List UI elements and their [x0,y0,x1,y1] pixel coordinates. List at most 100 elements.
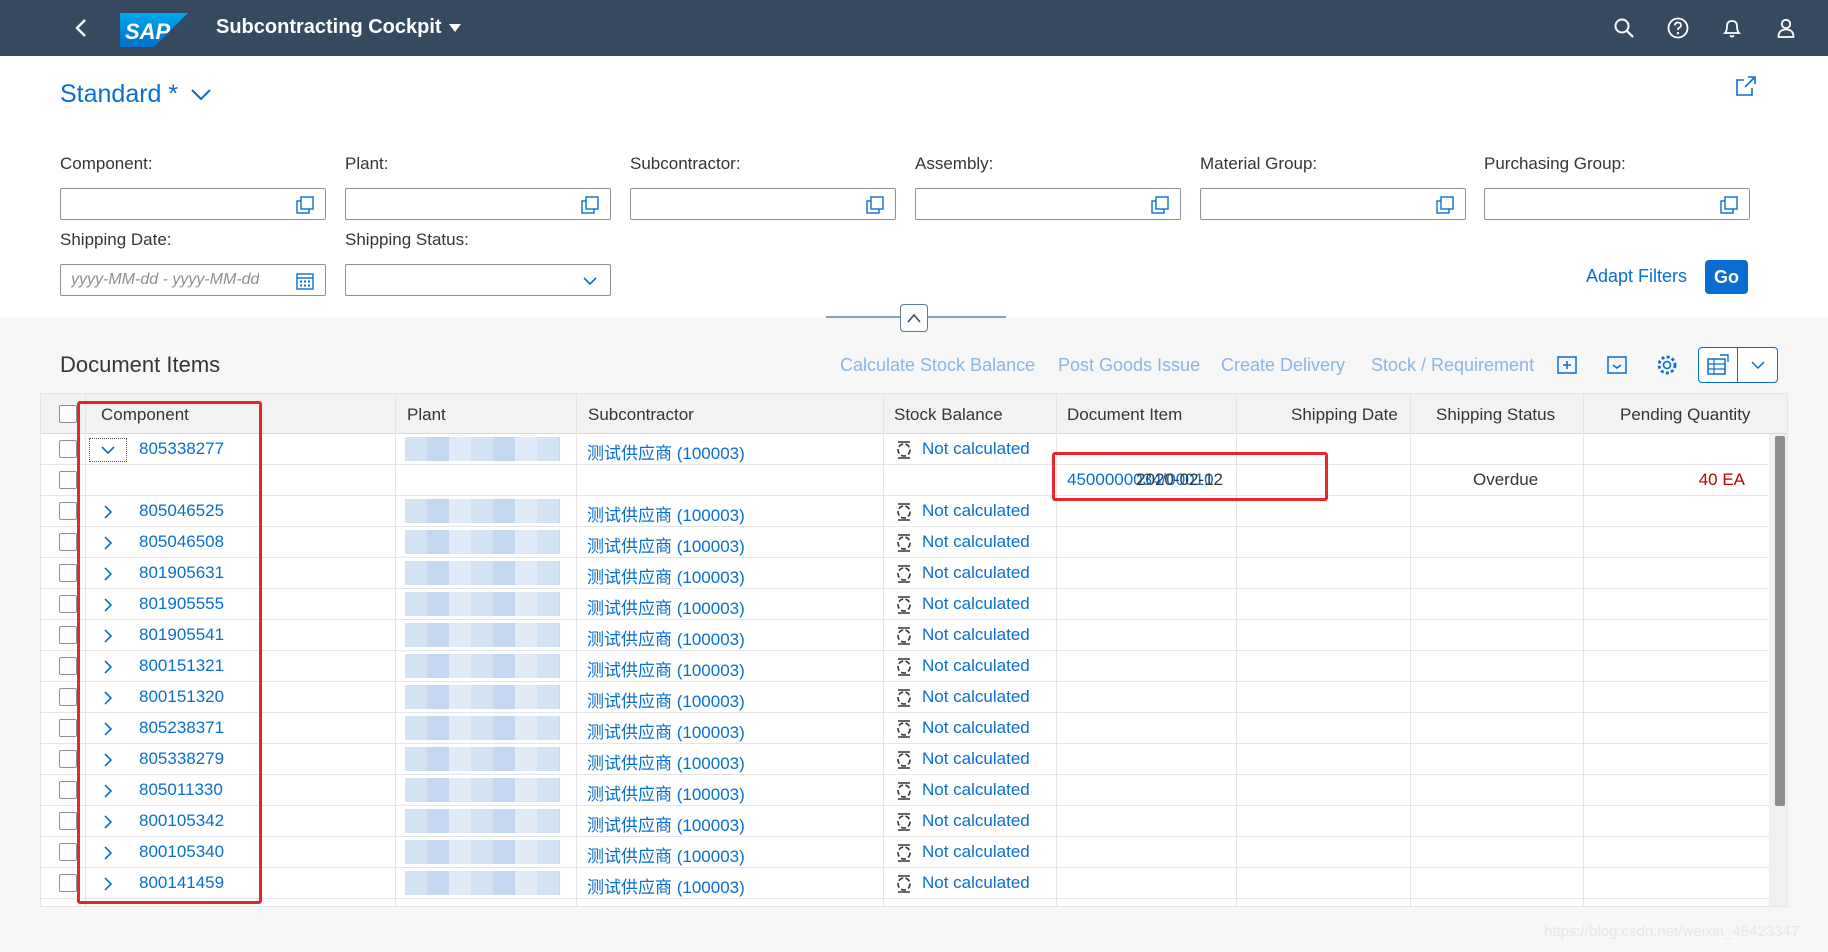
subcontractor-input[interactable] [630,188,896,220]
material-group-input[interactable] [1200,188,1466,220]
shipping-date-input[interactable]: yyyy-MM-dd - yyyy-MM-dd [60,264,326,296]
table-row[interactable]: 801905555 测试供应商 (100003) Not calculated [41,589,1769,620]
select-all-checkbox[interactable] [59,405,77,423]
subcontractor-link[interactable]: 测试供应商 (100003) [587,439,745,464]
column-header-subcontractor[interactable]: Subcontractor [588,405,694,425]
go-button[interactable]: Go [1705,260,1748,294]
row-checkbox[interactable] [59,781,77,799]
subcontractor-link[interactable]: 测试供应商 (100003) [587,749,745,774]
shipping-status-select[interactable] [345,264,611,296]
share-icon[interactable] [1734,74,1758,98]
stock-balance-status[interactable]: Not calculated [894,656,1030,677]
row-checkbox[interactable] [59,812,77,830]
stock-balance-status[interactable]: Not calculated [894,842,1030,863]
export-menu-button[interactable] [1738,348,1777,382]
calculate-stock-balance-button[interactable]: Calculate Stock Balance [840,355,1035,376]
subcontractor-link[interactable]: 测试供应商 (100003) [587,842,745,867]
row-checkbox[interactable] [59,533,77,551]
subcontractor-link[interactable]: 测试供应商 (100003) [587,656,745,681]
stock-balance-status[interactable]: Not calculated [894,501,1030,522]
stock-balance-status[interactable]: Not calculated [894,873,1030,894]
row-checkbox[interactable] [59,626,77,644]
assembly-input[interactable] [915,188,1181,220]
create-delivery-button[interactable]: Create Delivery [1221,355,1345,376]
table-row[interactable]: 805338279 测试供应商 (100003) Not calculated [41,744,1769,775]
value-help-icon[interactable] [865,195,885,215]
value-help-icon[interactable] [1150,195,1170,215]
subcontractor-link[interactable]: 测试供应商 (100003) [587,594,745,619]
row-checkbox[interactable] [59,471,77,489]
component-input[interactable] [60,188,326,220]
column-header-document-item[interactable]: Document Item [1067,405,1182,425]
row-checkbox[interactable] [59,750,77,768]
calendar-icon[interactable] [295,271,315,291]
settings-icon[interactable] [1654,352,1680,378]
notification-icon[interactable] [1720,16,1744,40]
collapse-header-button[interactable] [900,304,928,332]
stock-balance-status[interactable]: Not calculated [894,594,1030,615]
stock-balance-status[interactable]: Not calculated [894,532,1030,553]
row-checkbox[interactable] [59,843,77,861]
user-icon[interactable] [1774,16,1798,40]
table-row[interactable]: 800105342 测试供应商 (100003) Not calculated [41,806,1769,837]
subcontractor-link[interactable]: 测试供应商 (100003) [587,687,745,712]
column-header-plant[interactable]: Plant [407,405,446,425]
stock-requirement-button[interactable]: Stock / Requirement [1371,355,1534,376]
row-checkbox[interactable] [59,440,77,458]
table-row[interactable]: 800151320 测试供应商 (100003) Not calculated [41,682,1769,713]
stock-balance-status[interactable]: Not calculated [894,718,1030,739]
stock-balance-status[interactable]: Not calculated [894,811,1030,832]
subcontractor-link[interactable]: 测试供应商 (100003) [587,811,745,836]
collapse-all-icon[interactable] [1604,352,1630,378]
adapt-filters-button[interactable]: Adapt Filters [1586,266,1687,287]
stock-balance-status[interactable]: Not calculated [894,687,1030,708]
column-header-stock-balance[interactable]: Stock Balance [894,405,1003,425]
row-checkbox[interactable] [59,657,77,675]
table-row[interactable]: 805238371 测试供应商 (100003) Not calculated [41,713,1769,744]
subcontractor-link[interactable]: 测试供应商 (100003) [587,625,745,650]
row-checkbox[interactable] [59,874,77,892]
value-help-icon[interactable] [1719,195,1739,215]
expand-all-icon[interactable] [1554,352,1580,378]
stock-balance-status[interactable]: Not calculated [894,563,1030,584]
stock-balance-status[interactable]: Not calculated [894,439,1030,460]
table-row[interactable]: 805046508 测试供应商 (100003) Not calculated [41,527,1769,558]
table-row[interactable]: 805011330 测试供应商 (100003) Not calculated [41,775,1769,806]
table-row[interactable]: 800141459 测试供应商 (100003) Not calculated [41,868,1769,899]
table-row[interactable]: 800151321 测试供应商 (100003) Not calculated [41,651,1769,682]
subcontractor-link[interactable]: 测试供应商 (100003) [587,718,745,743]
row-checkbox[interactable] [59,719,77,737]
scrollbar-thumb[interactable] [1775,436,1785,806]
subcontractor-link[interactable]: 测试供应商 (100003) [587,780,745,805]
stock-balance-status[interactable]: Not calculated [894,625,1030,646]
subcontractor-link[interactable]: 测试供应商 (100003) [587,501,745,526]
subcontractor-link[interactable]: 测试供应商 (100003) [587,563,745,588]
export-button[interactable] [1699,348,1739,382]
subcontractor-link[interactable]: 测试供应商 (100003) [587,532,745,557]
row-checkbox[interactable] [59,688,77,706]
back-icon[interactable] [70,16,94,40]
value-help-icon[interactable] [1435,195,1455,215]
plant-input[interactable] [345,188,611,220]
row-checkbox[interactable] [59,595,77,613]
purchasing-group-input[interactable] [1484,188,1750,220]
table-row[interactable]: 801905631 测试供应商 (100003) Not calculated [41,558,1769,589]
vertical-scrollbar[interactable] [1769,434,1787,906]
help-icon[interactable] [1666,16,1690,40]
subcontractor-link[interactable]: 测试供应商 (100003) [587,873,745,898]
row-checkbox[interactable] [59,502,77,520]
chevron-down-icon[interactable] [580,271,600,291]
table-row[interactable]: 800105340 测试供应商 (100003) Not calculated [41,837,1769,868]
table-row-child[interactable]: 4500000034/00010 2020-02-12 Overdue 40 EA [41,465,1769,496]
column-header-pending-quantity[interactable]: Pending Quantity [1620,405,1750,425]
column-header-shipping-status[interactable]: Shipping Status [1436,405,1555,425]
sap-logo[interactable]: SAP [120,13,188,47]
app-title-menu[interactable]: Subcontracting Cockpit [216,16,462,39]
value-help-icon[interactable] [580,195,600,215]
value-help-icon[interactable] [295,195,315,215]
post-goods-issue-button[interactable]: Post Goods Issue [1058,355,1200,376]
table-row[interactable]: 801905541 测试供应商 (100003) Not calculated [41,620,1769,651]
search-icon[interactable] [1612,16,1636,40]
table-row[interactable]: 805338277 测试供应商 (100003) Not calculated [41,434,1769,465]
variant-selector[interactable]: Standard * [60,80,212,109]
